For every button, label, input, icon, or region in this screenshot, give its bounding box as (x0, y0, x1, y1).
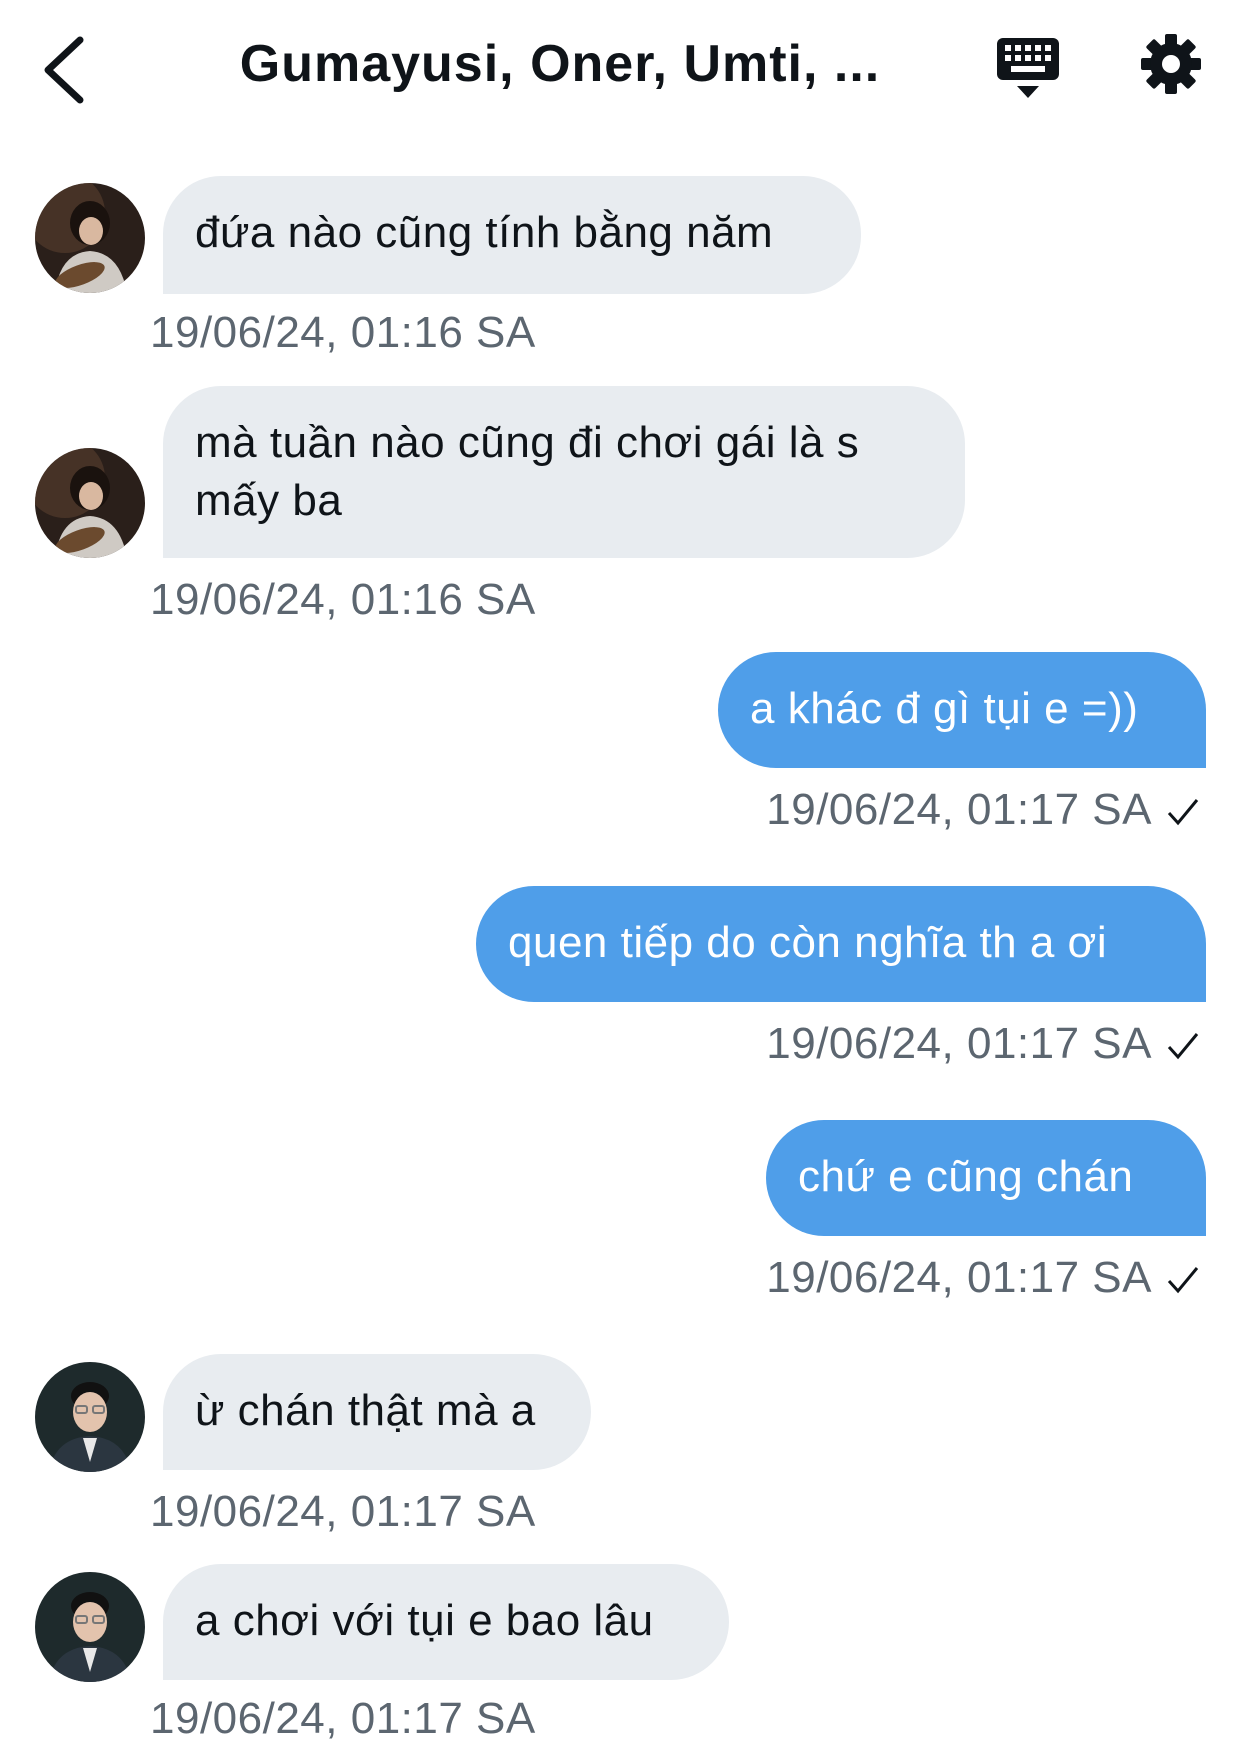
keyboard-toggle-button[interactable] (995, 36, 1061, 102)
checkmark-icon (1167, 1267, 1199, 1294)
checkmark-icon (1167, 799, 1199, 826)
avatar[interactable] (35, 448, 145, 558)
message-bubble[interactable]: ừ chán thật mà a (163, 1354, 591, 1470)
settings-button[interactable] (1140, 33, 1202, 95)
message-timestamp: 19/06/24, 01:17 SA (150, 1487, 536, 1536)
message-bubble[interactable]: a chơi với tụi e bao lâu (163, 1564, 729, 1680)
message-timestamp: 19/06/24, 01:17 SA (766, 785, 1152, 834)
back-button[interactable] (36, 30, 96, 110)
message-timestamp: 19/06/24, 01:17 SA (150, 1694, 536, 1743)
gear-icon (1141, 34, 1201, 94)
message-bubble[interactable]: quen tiếp do còn nghĩa th a ơi (476, 886, 1206, 1002)
avatar[interactable] (35, 1572, 145, 1682)
message-bubble[interactable]: a khác đ gì tụi e =)) (718, 652, 1206, 768)
message-timestamp-row: 19/06/24, 01:17 SA (766, 1019, 1200, 1069)
message-bubble[interactable]: đứa nào cũng tính bằng năm (163, 176, 861, 294)
message-bubble[interactable]: chứ e cũng chán (766, 1120, 1206, 1236)
message-timestamp: 19/06/24, 01:16 SA (150, 575, 536, 624)
avatar-man-glasses-icon (35, 1362, 145, 1472)
message-timestamp-row: 19/06/24, 01:17 SA (766, 1253, 1200, 1303)
avatar-guitar-player-icon (35, 183, 145, 293)
message-timestamp: 19/06/24, 01:17 SA (766, 1253, 1152, 1302)
chevron-left-icon (44, 36, 84, 104)
message-timestamp: 19/06/24, 01:17 SA (766, 1019, 1152, 1068)
avatar-man-glasses-icon (35, 1572, 145, 1682)
avatar[interactable] (35, 183, 145, 293)
keyboard-icon (997, 38, 1059, 98)
message-bubble[interactable]: mà tuần nào cũng đi chơi gái là s mấy ba (163, 386, 965, 558)
chat-header: Gumayusi, Oner, Umti, ... (0, 0, 1242, 140)
message-timestamp: 19/06/24, 01:16 SA (150, 308, 536, 357)
conversation-title[interactable]: Gumayusi, Oner, Umti, ... (160, 34, 960, 94)
avatar[interactable] (35, 1362, 145, 1472)
avatar-guitar-player-icon (35, 448, 145, 558)
checkmark-icon (1167, 1033, 1199, 1060)
message-timestamp-row: 19/06/24, 01:17 SA (766, 785, 1200, 835)
